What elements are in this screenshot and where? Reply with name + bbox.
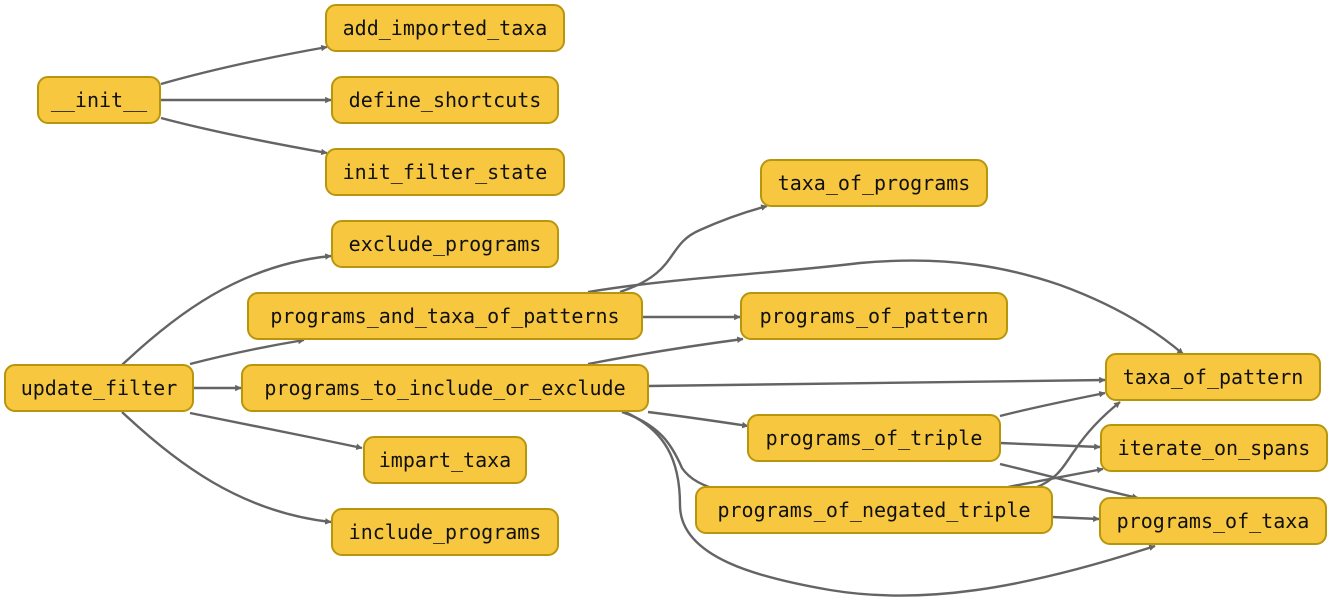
node-update-filter[interactable]: update_filter <box>4 364 194 412</box>
edge-triple-taxa-of-pattern <box>999 390 1106 418</box>
node-programs-and-taxa-of-patterns[interactable]: programs_and_taxa_of_patterns <box>247 292 643 340</box>
node-programs-of-negated-triple[interactable]: programs_of_negated_triple <box>695 486 1053 534</box>
node-iterate-on-spans[interactable]: iterate_on_spans <box>1100 424 1328 472</box>
edge-include-exclude-programs-of-triple <box>647 410 749 429</box>
node-impart-taxa[interactable]: impart_taxa <box>363 436 527 484</box>
edge-include-exclude-programs-of-negated-triple <box>621 410 724 493</box>
edge-init-init-filter-state <box>160 116 328 156</box>
edge-init-add-imported-taxa <box>160 44 328 86</box>
edge-include-exclude-programs-of-pattern <box>587 336 744 366</box>
edge-update-filter-include-programs <box>121 411 332 525</box>
edge-update-filter-programs-and-taxa-of-patterns <box>189 337 305 366</box>
node-include-programs[interactable]: include_programs <box>331 508 559 556</box>
node-define-shortcuts[interactable]: define_shortcuts <box>331 76 559 124</box>
edge-negated-iterate-on-spans <box>1007 466 1104 489</box>
node-add-imported-taxa[interactable]: add_imported_taxa <box>325 4 565 52</box>
edge-update-filter-impart-taxa <box>189 411 363 450</box>
node-taxa-of-programs[interactable]: taxa_of_programs <box>760 159 988 207</box>
edge-triple-iterate-on-spans <box>999 441 1101 451</box>
node-programs-of-pattern[interactable]: programs_of_pattern <box>740 292 1008 340</box>
node-programs-to-include-or-exclude[interactable]: programs_to_include_or_exclude <box>241 364 649 412</box>
node-init[interactable]: __init__ <box>37 76 161 124</box>
node-programs-of-taxa[interactable]: programs_of_taxa <box>1099 497 1327 545</box>
node-exclude-programs[interactable]: exclude_programs <box>331 220 559 268</box>
node-init-filter-state[interactable]: init_filter_state <box>325 148 565 196</box>
node-programs-of-triple[interactable]: programs_of_triple <box>747 414 1001 462</box>
node-taxa-of-pattern[interactable]: taxa_of_pattern <box>1105 353 1321 401</box>
edge-negated-programs-of-taxa <box>1051 515 1100 522</box>
call-graph: __init__ add_imported_taxa define_shortc… <box>0 0 1332 605</box>
edge-include-exclude-taxa-of-pattern <box>647 376 1106 388</box>
